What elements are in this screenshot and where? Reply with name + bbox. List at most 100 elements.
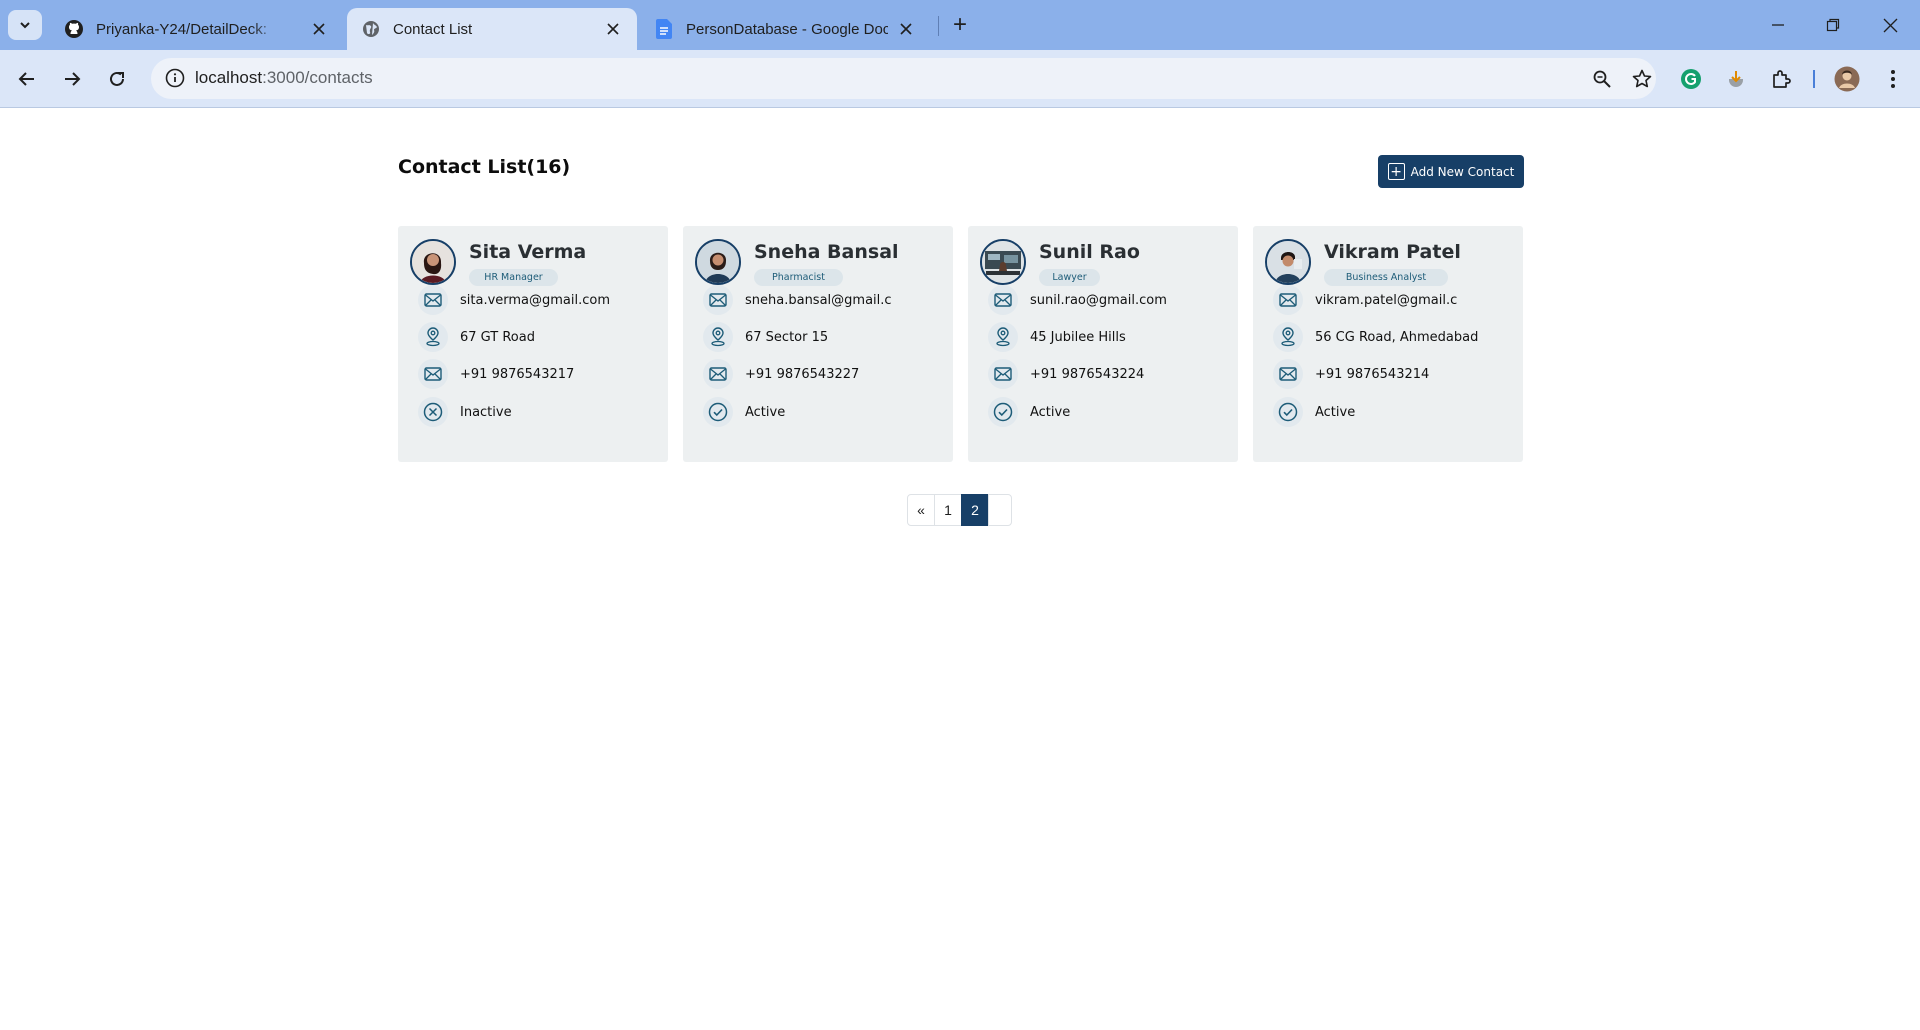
contact-address-row: 45 Jubilee Hills (988, 322, 1233, 352)
back-button[interactable] (12, 64, 42, 94)
mail-icon (1273, 359, 1303, 389)
contact-name: Vikram Patel (1324, 241, 1461, 263)
bookmark-star-icon[interactable] (1630, 67, 1654, 91)
contact-address-row: 67 Sector 15 (703, 322, 948, 352)
pagination-page-1[interactable]: 1 (934, 494, 962, 526)
tab-title: Contact List (393, 20, 473, 38)
contact-email-row: sneha.bansal@gmail.c (703, 285, 948, 315)
chevron-down-icon (20, 22, 30, 29)
contact-email: vikram.patel@gmail.c (1315, 292, 1458, 308)
restore-icon (1826, 18, 1840, 32)
contact-name: Sunil Rao (1039, 241, 1140, 263)
contact-email-row: sunil.rao@gmail.com (988, 285, 1233, 315)
avatar (695, 239, 741, 285)
avatar-icon (1834, 66, 1860, 92)
address-url: localhost:3000/contacts (195, 68, 373, 88)
github-icon (64, 19, 84, 39)
new-tab-button[interactable]: + (947, 11, 973, 38)
pagination: « 1 2 (907, 494, 1012, 526)
close-window-button[interactable] (1870, 10, 1910, 40)
page-content: Contact List(16) + Add New Contact Sita … (0, 109, 1920, 1030)
contact-role-badge: Business Analyst (1324, 269, 1448, 286)
mail-icon (1273, 285, 1303, 315)
avatar (980, 239, 1026, 285)
pagination-page-2[interactable]: 2 (961, 494, 989, 526)
tab-close-button[interactable] (603, 19, 623, 39)
contact-phone: +91 9876543224 (1030, 366, 1145, 382)
extensions-puzzle-icon[interactable] (1766, 64, 1796, 94)
location-pin-icon (418, 322, 448, 352)
tab-title: PersonDatabase - Google Docs (686, 20, 888, 38)
plus-square-icon: + (1387, 163, 1405, 180)
add-new-contact-button[interactable]: + Add New Contact (1378, 155, 1524, 188)
contact-email: sita.verma@gmail.com (460, 292, 611, 308)
contact-phone-row: +91 9876543224 (988, 359, 1233, 389)
pagination-prev-button[interactable]: « (907, 494, 935, 526)
contact-email: sneha.bansal@gmail.c (745, 292, 892, 308)
arrow-right-icon (65, 72, 81, 86)
url-path: :3000/contacts (262, 68, 373, 87)
mail-icon (418, 285, 448, 315)
grammarly-extension-icon[interactable] (1676, 64, 1706, 94)
download-extension-icon[interactable] (1721, 64, 1751, 94)
location-pin-icon (1273, 322, 1303, 352)
tab-search-button[interactable] (8, 10, 42, 40)
site-info-icon[interactable] (163, 66, 187, 90)
forward-button[interactable] (57, 64, 87, 94)
contact-phone-row: +91 9876543227 (703, 359, 948, 389)
mail-icon (418, 359, 448, 389)
contact-email-row: vikram.patel@gmail.c (1273, 285, 1518, 315)
mail-icon (988, 285, 1018, 315)
contact-role-badge: Lawyer (1039, 269, 1100, 286)
check-circle-icon (988, 397, 1018, 427)
tab-google-docs[interactable]: PersonDatabase - Google Docs (640, 8, 930, 50)
location-pin-icon (703, 322, 733, 352)
contact-email: sunil.rao@gmail.com (1030, 292, 1167, 308)
reload-icon (110, 71, 124, 86)
close-icon (313, 23, 325, 35)
avatar (1265, 239, 1311, 285)
contact-address: 67 Sector 15 (745, 329, 829, 345)
contact-card[interactable]: Sita Verma HR Manager sita.verma@gmail.c… (398, 226, 668, 462)
contact-status-row: Active (703, 397, 948, 427)
add-button-label: Add New Contact (1410, 164, 1515, 179)
contact-name: Sita Verma (469, 241, 587, 263)
contact-status: Active (1315, 404, 1356, 420)
browser-menu-button[interactable] (1878, 64, 1908, 94)
tab-contact-list[interactable]: Contact List (347, 8, 637, 50)
contact-card[interactable]: Sunil Rao Lawyer sunil.rao@gmail.com 45 … (968, 226, 1238, 462)
zoom-icon[interactable] (1590, 67, 1614, 91)
tab-separator (938, 16, 939, 36)
restore-button[interactable] (1813, 10, 1853, 40)
tab-strip: Priyanka-Y24/DetailDeck: "Deta Contact L… (0, 0, 1920, 50)
close-icon (607, 23, 619, 35)
page-title: Contact List(16) (398, 156, 571, 178)
contact-card[interactable]: Sneha Bansal Pharmacist sneha.bansal@gma… (683, 226, 953, 462)
contact-address: 56 CG Road, Ahmedabad (1315, 329, 1479, 345)
contact-name: Sneha Bansal (754, 241, 899, 263)
contact-phone: +91 9876543217 (460, 366, 575, 382)
contact-card[interactable]: Vikram Patel Business Analyst vikram.pat… (1253, 226, 1523, 462)
tab-title: Priyanka-Y24/DetailDeck: "Deta (96, 20, 271, 38)
location-pin-icon (988, 322, 1018, 352)
contact-address: 45 Jubilee Hills (1030, 329, 1126, 345)
contact-role-badge: Pharmacist (754, 269, 843, 286)
mail-icon (703, 285, 733, 315)
contact-status: Active (1030, 404, 1071, 420)
profile-avatar[interactable] (1832, 64, 1862, 94)
pagination-next-button[interactable] (988, 494, 1012, 526)
avatar (410, 239, 456, 285)
tab-github[interactable]: Priyanka-Y24/DetailDeck: "Deta (50, 8, 285, 50)
globe-icon (361, 19, 381, 39)
contact-status: Inactive (460, 404, 512, 420)
reload-button[interactable] (102, 64, 132, 94)
contact-phone-row: +91 9876543214 (1273, 359, 1518, 389)
address-bar[interactable]: localhost:3000/contacts (151, 58, 1656, 99)
url-host: localhost (195, 68, 263, 87)
tab-close-button[interactable] (896, 19, 916, 39)
google-docs-icon (654, 19, 674, 39)
tab-close-button[interactable] (309, 19, 329, 39)
contact-address: 67 GT Road (460, 329, 535, 345)
toolbar-divider (1813, 70, 1815, 88)
minimize-button[interactable] (1758, 10, 1798, 40)
